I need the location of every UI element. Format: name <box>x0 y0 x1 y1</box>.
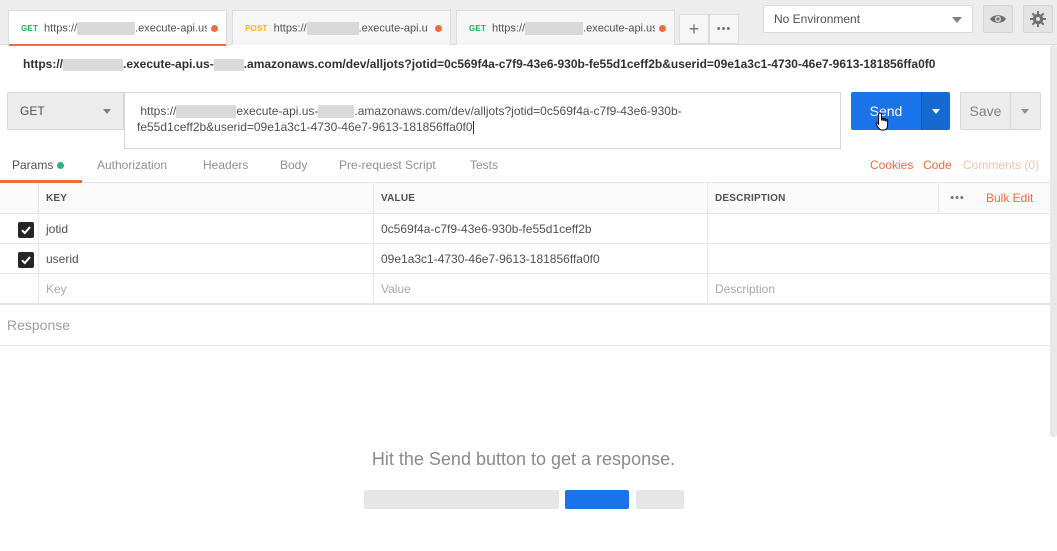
tab-params[interactable]: Params <box>12 158 65 172</box>
environment-select[interactable]: No Environment <box>763 5 973 33</box>
new-param-key-input[interactable]: Key <box>38 274 373 303</box>
save-button[interactable]: Save <box>960 92 1011 130</box>
tab-url: https://.execute-api.u <box>273 21 428 35</box>
cookies-link[interactable]: Cookies <box>870 158 913 172</box>
params-header-row: KEY VALUE DESCRIPTION ••• Bulk Edit <box>0 183 1051 214</box>
comments-link[interactable]: Comments (0) <box>963 158 1039 172</box>
table-row: userid 09e1a3c1-4730-46e7-9613-181856ffa… <box>0 244 1051 274</box>
tab-url: https://.execute-api.us <box>44 22 207 35</box>
skeleton-button <box>565 490 629 509</box>
save-options-button[interactable] <box>1010 92 1041 130</box>
params-table: KEY VALUE DESCRIPTION ••• Bulk Edit joti… <box>0 183 1051 304</box>
request-tab-2[interactable]: POST https://.execute-api.u <box>232 10 451 45</box>
table-row-new: Key Value Description <box>0 274 1051 304</box>
param-value-cell[interactable]: 0c569f4a-c7f9-43e6-930b-fe55d1ceff2b <box>373 214 707 243</box>
tab-url: https://.execute-api.us <box>492 21 655 35</box>
environment-settings-button[interactable] <box>1023 5 1053 33</box>
gear-icon <box>1030 11 1046 27</box>
eye-icon <box>990 15 1006 23</box>
tab-body[interactable]: Body <box>280 158 307 172</box>
scrollbar[interactable] <box>1050 45 1057 437</box>
column-header-key: KEY <box>38 183 373 213</box>
bulk-edit-link[interactable]: Bulk Edit <box>986 191 1033 205</box>
tab-pre-request-script[interactable]: Pre-request Script <box>339 158 436 172</box>
more-icon: ••• <box>950 192 965 204</box>
unsaved-dot-icon <box>659 24 666 32</box>
skeleton-bar <box>636 490 684 509</box>
param-description-cell[interactable] <box>707 244 1051 273</box>
response-label: Response <box>7 317 71 333</box>
column-header-value: VALUE <box>373 183 707 213</box>
method-selected: GET <box>20 104 45 118</box>
new-tab-button[interactable]: + <box>679 14 709 44</box>
method-select[interactable]: GET <box>7 92 124 130</box>
param-checkbox[interactable] <box>18 222 34 238</box>
params-status-dot <box>57 162 65 170</box>
url-line-2: fe55d1ceff2b&userid=09e1a3c1-4730-46e7-9… <box>137 120 474 135</box>
unsaved-dot-icon <box>435 24 442 32</box>
more-icon: ••• <box>716 23 732 35</box>
checkmark-icon <box>21 226 31 235</box>
response-empty-hint: Hit the Send button to get a response. <box>371 449 676 469</box>
checkmark-icon <box>21 256 31 265</box>
chevron-down-icon <box>952 17 962 23</box>
response-header: Response <box>0 304 1057 346</box>
param-checkbox[interactable] <box>18 252 34 268</box>
new-param-description-input[interactable]: Description <box>707 274 1051 303</box>
skeleton-bar <box>364 490 559 509</box>
url-line-1: https://execute-api.us- .amazonaws.com/de… <box>140 104 682 119</box>
tab-headers[interactable]: Headers <box>203 158 248 172</box>
tab-tests[interactable]: Tests <box>470 158 498 172</box>
param-key-cell[interactable]: userid <box>38 244 373 273</box>
code-link[interactable]: Code <box>923 158 952 172</box>
tab-method: GET <box>469 23 487 33</box>
param-value-cell[interactable]: 09e1a3c1-4730-46e7-9613-181856ffa0f0 <box>373 244 707 273</box>
environment-quick-look-button[interactable] <box>983 5 1013 33</box>
table-row: jotid 0c569f4a-c7f9-43e6-930b-fe55d1ceff… <box>0 214 1051 244</box>
chevron-down-icon <box>103 109 111 114</box>
tab-options-button[interactable]: ••• <box>709 14 739 44</box>
tab-method: POST <box>245 23 268 33</box>
new-param-value-input[interactable]: Value <box>373 274 707 303</box>
params-more-button[interactable]: ••• <box>938 183 976 213</box>
request-tab-1[interactable]: GET https://.execute-api.us <box>8 10 227 46</box>
param-description-cell[interactable] <box>707 214 1051 243</box>
tab-method: GET <box>21 24 39 33</box>
hand-cursor-icon <box>875 112 889 131</box>
environment-selected: No Environment <box>774 12 861 26</box>
tab-authorization[interactable]: Authorization <box>97 158 167 172</box>
unsaved-dot-icon <box>211 25 218 32</box>
param-key-cell[interactable]: jotid <box>38 214 373 243</box>
plus-icon: + <box>688 18 700 39</box>
request-tab-3[interactable]: GET https://.execute-api.us <box>456 10 675 45</box>
url-input[interactable]: https://execute-api.us- .amazonaws.com/de… <box>124 92 841 149</box>
send-options-button[interactable] <box>921 92 950 130</box>
request-name[interactable]: https://.execute-api.us- .amazonaws.com/d… <box>23 57 935 71</box>
tab-bar: GET https://.execute-api.us POST https:/… <box>0 0 1057 46</box>
